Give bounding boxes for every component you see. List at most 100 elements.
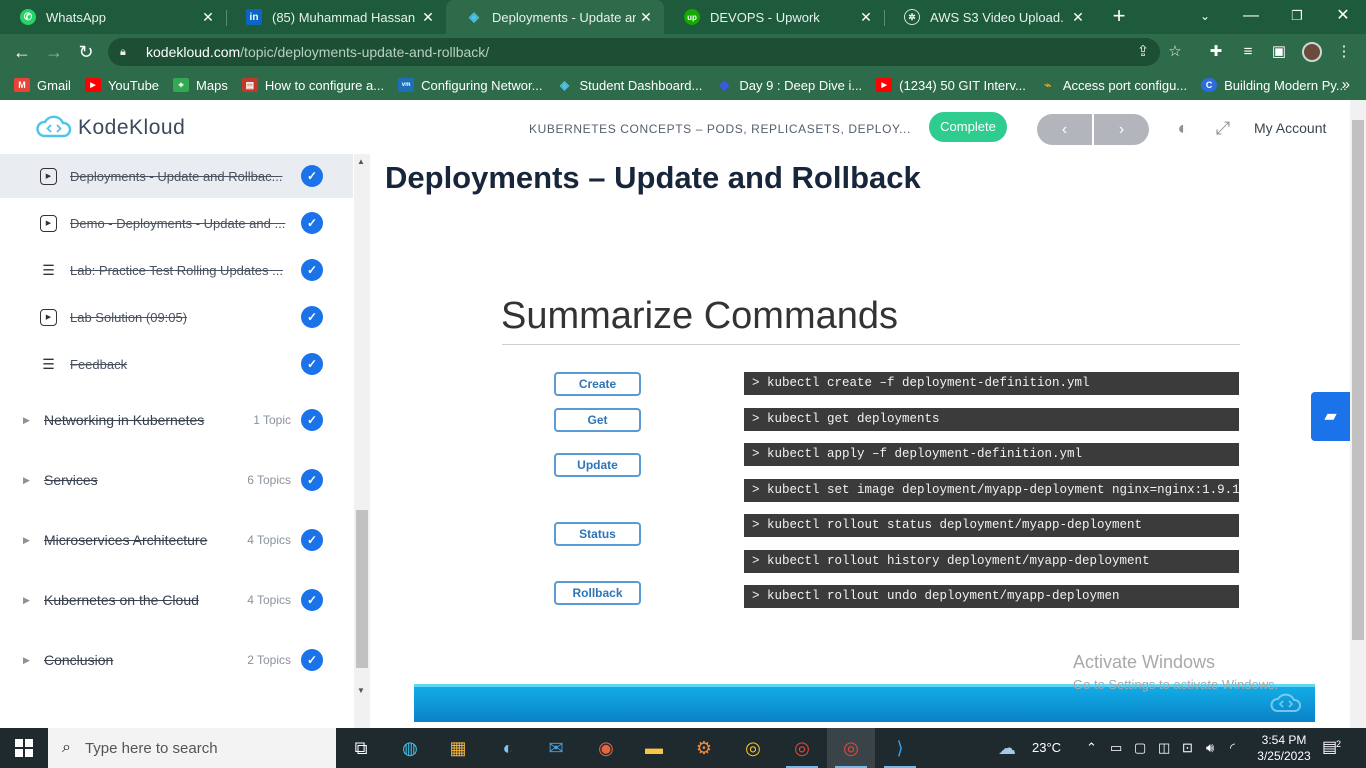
bookmark-student-dashboard[interactable]: ◈ Student Dashboard...	[556, 78, 702, 93]
tab-kodekloud[interactable]: ◈ Deployments - Update and Rollback ✕	[446, 0, 664, 34]
chrome-icon[interactable]: ◎	[729, 728, 777, 768]
bookmark-gmail[interactable]: M Gmail	[14, 78, 71, 93]
my-account-link[interactable]: My Account	[1254, 120, 1326, 136]
back-arrow-icon[interactable]: ←	[8, 38, 36, 66]
gmail-icon: M	[14, 78, 30, 92]
show-hidden-icons-chevron-icon[interactable]: ⌃	[1086, 728, 1097, 768]
expand-caret-icon[interactable]: ▶	[23, 595, 30, 606]
course-breadcrumb[interactable]: KUBERNETES CONCEPTS – PODS, REPLICASETS,…	[529, 122, 911, 136]
tab-search-chevron-icon[interactable]: ⌄	[1182, 0, 1228, 34]
close-tab-icon[interactable]: ✕	[636, 9, 656, 26]
new-tab-button[interactable]: +	[1108, 4, 1130, 30]
task-view-icon[interactable]: ⧉	[337, 728, 385, 768]
expand-caret-icon[interactable]: ▶	[23, 415, 30, 426]
mail-icon[interactable]: ✉	[532, 728, 580, 768]
lesson-item[interactable]: ▶ Lab Solution (09:05) ✓	[0, 295, 353, 339]
video-play-icon: ▶	[40, 308, 57, 326]
tab-upwork[interactable]: up DEVOPS - Upwork ✕	[664, 0, 884, 34]
weather-temp[interactable]: 23°C	[1032, 728, 1061, 768]
notification-center-icon[interactable]: ▤	[1322, 728, 1337, 768]
vscode-icon[interactable]: ⟩	[876, 728, 924, 768]
mark-complete-button[interactable]: Complete	[929, 112, 1007, 142]
system-clock[interactable]: 3:54 PM 3/25/2023	[1250, 732, 1318, 764]
bookmark-configure[interactable]: ▤ How to configure a...	[241, 78, 384, 93]
fullscreen-expand-icon[interactable]: ⤢	[1211, 116, 1235, 140]
more-bookmarks-icon[interactable]: »	[1342, 70, 1350, 100]
lesson-item[interactable]: ▶ Deployments - Update and Rollbac... ✓	[0, 154, 353, 198]
side-panel-icon[interactable]: ▣	[1265, 38, 1293, 66]
expand-caret-icon[interactable]: ▶	[23, 475, 30, 486]
edge-icon[interactable]: ◍	[386, 728, 434, 768]
tab-linkedin[interactable]: in (85) Muhammad Hassan Basheer ✕	[226, 0, 446, 34]
command-line: > kubectl create –f deployment-definitio…	[744, 372, 1239, 395]
battery-icon[interactable]: ▭	[1110, 728, 1122, 768]
previous-lesson-button[interactable]: ‹	[1037, 114, 1092, 145]
scroll-down-arrow-icon[interactable]: ▼	[357, 686, 365, 695]
expand-caret-icon[interactable]: ▶	[23, 535, 30, 546]
dark-mode-toggle-icon[interactable]: ◐	[1171, 116, 1195, 140]
wifi-icon[interactable]: ◜	[1230, 728, 1235, 768]
page-scrollbar[interactable]	[1350, 100, 1366, 728]
store-icon[interactable]: ▦	[434, 728, 482, 768]
sidebar-scroll-thumb[interactable]	[356, 510, 368, 668]
chrome-menu-icon[interactable]: ⋮	[1330, 38, 1358, 66]
bookmark-day9[interactable]: ◆ Day 9 : Deep Dive i...	[716, 77, 862, 93]
section-microservices[interactable]: ▶ Microservices Architecture 4 Topics ✓	[0, 518, 353, 562]
kodekloud-logo[interactable]: KodeKloud	[34, 114, 185, 142]
windows-start-button[interactable]	[0, 728, 48, 768]
file-explorer-icon[interactable]: ▬	[630, 728, 678, 768]
profile-avatar[interactable]	[1302, 42, 1322, 62]
media-queue-icon[interactable]: ≡	[1234, 38, 1262, 66]
weather-icon[interactable]: ☁	[998, 728, 1016, 768]
expand-caret-icon[interactable]: ▶	[23, 655, 30, 666]
lesson-item[interactable]: ▶ Demo - Deployments - Update and ... ✓	[0, 201, 353, 245]
restore-button[interactable]: ❐	[1274, 0, 1320, 34]
chat-bubble-icon[interactable]: ▰	[1311, 392, 1350, 441]
snail-app-icon[interactable]: ◉	[582, 728, 630, 768]
forward-arrow-icon[interactable]: →	[40, 38, 68, 66]
app-icon[interactable]: ◐	[484, 728, 532, 768]
bookmark-star-icon[interactable]: ☆	[1162, 38, 1188, 66]
meet-now-icon[interactable]: ◫	[1158, 728, 1170, 768]
section-conclusion[interactable]: ▶ Conclusion 2 Topics ✓	[0, 638, 353, 682]
page-header: KodeKloud KUBERNETES CONCEPTS – PODS, RE…	[0, 100, 1350, 154]
volume-icon[interactable]: 🔊︎	[1206, 728, 1214, 768]
bookmark-vmware[interactable]: vm Configuring Networ...	[398, 78, 542, 93]
bookmark-maps[interactable]: ⌖ Maps	[173, 78, 228, 93]
minimize-button[interactable]: —	[1228, 0, 1274, 34]
lesson-item[interactable]: ☰ Feedback ✓	[0, 342, 353, 386]
search-placeholder: Type here to search	[84, 739, 218, 757]
close-window-button[interactable]: ✕	[1320, 0, 1366, 34]
page-scroll-thumb[interactable]	[1352, 120, 1364, 640]
bookmark-access-port[interactable]: ⌁ Access port configu...	[1040, 78, 1187, 93]
bookmark-youtube[interactable]: ▶ YouTube	[84, 78, 159, 93]
close-tab-icon[interactable]: ✕	[856, 9, 876, 26]
next-lesson-button[interactable]: ›	[1094, 114, 1149, 145]
bookmark-modern-py[interactable]: C Building Modern Py...	[1201, 78, 1347, 93]
close-tab-icon[interactable]: ✕	[1068, 9, 1088, 26]
share-icon[interactable]: ⇪	[1130, 38, 1156, 66]
completed-check-icon: ✓	[301, 649, 323, 671]
network-icon[interactable]: ⊡	[1182, 728, 1193, 768]
extensions-puzzle-icon[interactable]: ✚	[1202, 38, 1230, 66]
chrome-profile-icon[interactable]: ◎	[778, 728, 826, 768]
wifi-folder-icon[interactable]: ▢	[1134, 728, 1146, 768]
brand-name: KodeKloud	[78, 116, 186, 139]
chrome-active-icon[interactable]: ◎	[827, 728, 875, 768]
taskbar-search[interactable]: ⌕ Type here to search	[48, 728, 336, 768]
close-tab-icon[interactable]: ✕	[198, 9, 218, 26]
close-tab-icon[interactable]: ✕	[418, 9, 438, 26]
address-bar[interactable]: 🔒︎ kodekloud.com /topic/deployments-upda…	[108, 38, 1182, 66]
settings-gear-icon[interactable]: ⚙	[680, 728, 728, 768]
scroll-up-arrow-icon[interactable]: ▲	[357, 157, 365, 166]
reload-icon[interactable]: ↻	[72, 38, 100, 66]
section-cloud[interactable]: ▶ Kubernetes on the Cloud 4 Topics ✓	[0, 578, 353, 622]
bookmark-git-interview[interactable]: ▶ (1234) 50 GIT Interv...	[876, 78, 1026, 93]
tab-aws-s3[interactable]: ✲ AWS S3 Video Upload. ✕	[884, 0, 1096, 34]
lesson-item[interactable]: ☰ Lab: Practice Test Rolling Updates ...…	[0, 248, 353, 292]
section-services[interactable]: ▶ Services 6 Topics ✓	[0, 458, 353, 502]
section-networking[interactable]: ▶ Networking in Kubernetes 1 Topic ✓	[0, 398, 353, 442]
sidebar-scrollbar[interactable]: ▲ ▼	[354, 154, 369, 728]
bookmark-page-icon: ▤	[241, 78, 258, 92]
tab-whatsapp[interactable]: ✆ WhatsApp ✕	[0, 0, 226, 34]
